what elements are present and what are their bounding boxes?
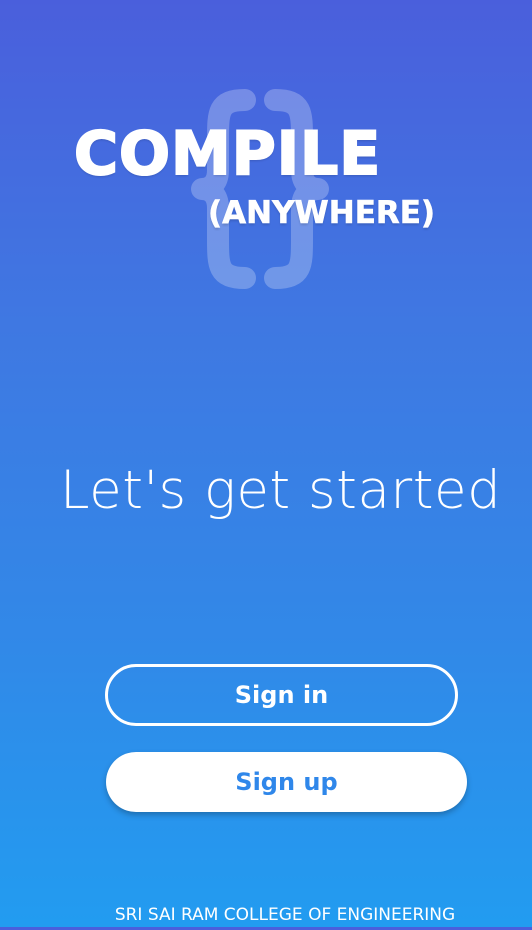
app-title: COMPILE: [73, 118, 382, 190]
app-logo: COMPILE (ANYWHERE): [0, 78, 532, 298]
welcome-headline: Let's get started: [60, 460, 502, 521]
college-name-footer: SRI SAI RAM COLLEGE OF ENGINEERING: [114, 905, 456, 925]
sign-in-button[interactable]: Sign in: [105, 664, 458, 726]
sign-up-button[interactable]: Sign up: [106, 752, 467, 812]
app-subtitle: (ANYWHERE): [208, 195, 436, 232]
